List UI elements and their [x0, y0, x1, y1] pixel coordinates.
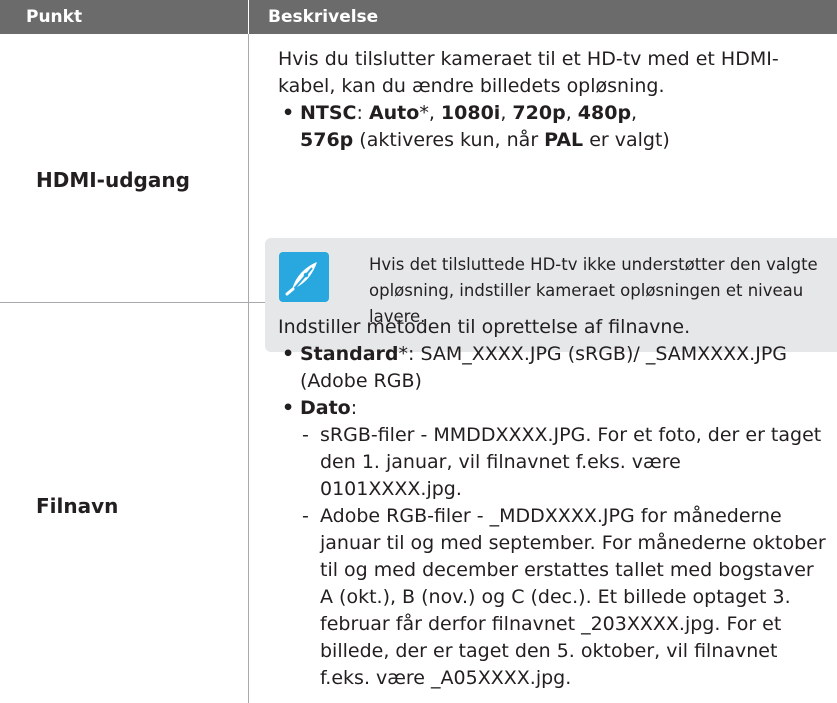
- column-header-item: Punkt: [26, 7, 83, 27]
- option-value: 1080i: [440, 102, 501, 124]
- note-pen-icon: [279, 252, 329, 302]
- sub-item-srgb: sRGB-filer - MMDDXXXX.JPG. For et foto, …: [278, 422, 826, 503]
- table-header: Punkt Beskrivelse: [0, 0, 837, 34]
- option-value: 480p: [577, 102, 632, 124]
- text-fragment: ,: [500, 102, 513, 124]
- description-text: Indstiller metoden til oprettelse af fil…: [278, 316, 691, 338]
- row-item-hdmi: HDMI-udgang: [36, 168, 190, 192]
- option-value: Auto: [368, 102, 420, 124]
- row-description-hdmi: Hvis du tilslutter kameraet til et HD-tv…: [278, 46, 826, 154]
- option-value: 576p: [300, 129, 354, 151]
- column-divider: [248, 34, 249, 302]
- option-label: Standard: [300, 343, 399, 365]
- text-fragment: ,: [565, 102, 578, 124]
- sub-item-adobe-rgb: Adobe RGB-filer - _MDDXXXX.JPG for måned…: [278, 503, 826, 692]
- text-fragment: *,: [419, 102, 441, 124]
- option-label: NTSC: [300, 102, 357, 124]
- column-header-description: Beskrivelse: [268, 7, 379, 27]
- text-fragment: :: [356, 102, 369, 124]
- text-fragment: ,: [631, 102, 638, 124]
- text-fragment: :: [350, 397, 358, 419]
- bullet-standard: Standard*: SAM_XXXX.JPG (sRGB)/ _SAMXXXX…: [278, 341, 826, 395]
- option-value: PAL: [544, 129, 584, 151]
- text-fragment: er valgt): [583, 129, 670, 151]
- row-item-filnavn: Filnavn: [36, 494, 119, 518]
- bullet-dato: Dato:: [278, 395, 826, 422]
- header-divider: [248, 0, 249, 34]
- column-divider: [248, 303, 249, 703]
- option-value: 720p: [512, 102, 566, 124]
- option-label: Dato: [300, 397, 351, 419]
- text-fragment: (aktiveres kun, når: [353, 129, 545, 151]
- description-text: Hvis du tilslutter kameraet til et HD-tv…: [278, 48, 779, 97]
- bullet-ntsc: NTSC: Auto*, 1080i, 720p, 480p, 576p (akt…: [278, 100, 826, 154]
- row-description-filnavn: Indstiller metoden til oprettelse af fil…: [278, 314, 826, 692]
